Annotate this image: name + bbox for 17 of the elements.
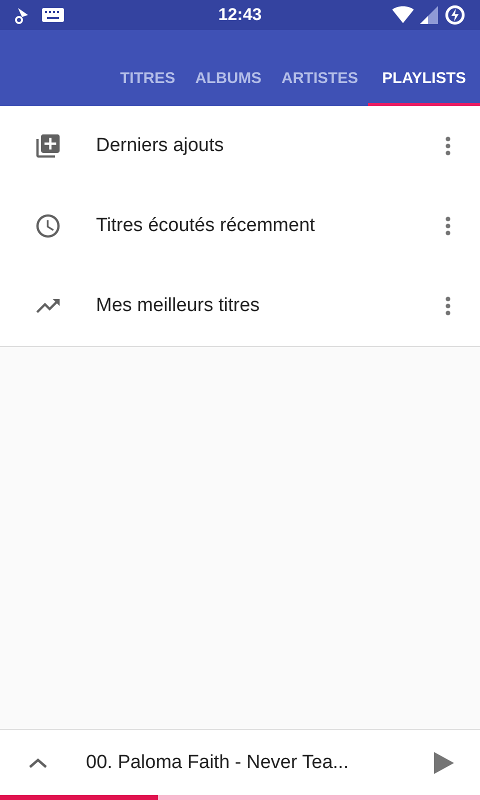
signal-icon — [420, 6, 438, 24]
tab[interactable]: ALBUMS — [185, 60, 272, 106]
playlist-add-icon — [34, 132, 62, 160]
wifi-icon — [392, 6, 414, 24]
playlist-title[interactable]: Titres écoutés récemment — [96, 215, 436, 237]
keyboard-icon — [42, 8, 64, 22]
playlist-title[interactable]: Derniers ajouts — [96, 135, 436, 157]
tab[interactable]: ARTISTES — [272, 60, 368, 106]
clock: 12:43 — [218, 5, 262, 25]
tab[interactable]: TITRES — [110, 60, 186, 106]
playlist-title[interactable]: Mes meilleurs titres — [96, 295, 436, 317]
track-title: 00. Paloma Faith - Never Tea... — [86, 752, 350, 774]
clock-icon — [34, 212, 62, 240]
expand-icon[interactable] — [28, 756, 48, 768]
play-icon[interactable] — [434, 752, 454, 774]
battery-charging-icon — [444, 4, 466, 26]
notification-icon — [14, 6, 30, 24]
